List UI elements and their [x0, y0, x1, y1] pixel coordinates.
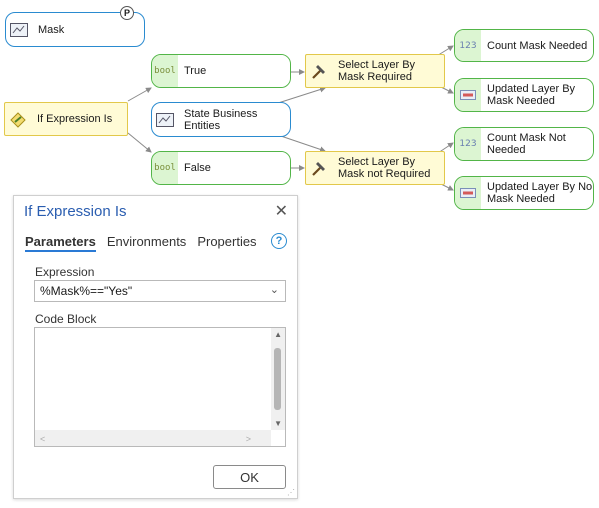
node-label: Updated Layer By No Mask Needed: [481, 177, 593, 209]
number-type-icon: 123: [455, 30, 481, 61]
node-label: True: [178, 55, 290, 87]
horizontal-scrollbar[interactable]: < >: [35, 430, 271, 446]
ok-button[interactable]: OK: [213, 465, 286, 489]
dialog-tabs: Parameters Environments Properties: [25, 234, 257, 252]
node-count-mask-not-needed[interactable]: 123 Count Mask Not Needed: [454, 127, 594, 161]
layer-output-icon: [455, 79, 481, 111]
tab-environments[interactable]: Environments: [107, 234, 186, 252]
scroll-left-icon[interactable]: <: [40, 434, 45, 444]
expression-value: %Mask%=="Yes": [40, 284, 133, 298]
node-label: Count Mask Not Needed: [481, 128, 593, 160]
node-true[interactable]: bool True: [151, 54, 291, 88]
node-label: Select Layer By Mask Required: [338, 59, 416, 83]
hammer-icon: [306, 152, 332, 184]
node-updated-layer-by-mask[interactable]: Updated Layer By Mask Needed: [454, 78, 594, 112]
node-state-business-entities[interactable]: State Business Entities: [151, 102, 291, 137]
node-count-mask-needed[interactable]: 123 Count Mask Needed: [454, 29, 594, 62]
hammer-icon: [306, 55, 332, 87]
node-updated-layer-no-mask[interactable]: Updated Layer By No Mask Needed: [454, 176, 594, 210]
feature-layer-icon: [152, 103, 178, 136]
scroll-down-icon[interactable]: ▼: [274, 419, 282, 428]
expression-dropdown[interactable]: %Mask%=="Yes" ⌄: [34, 280, 286, 302]
boolean-type-icon: bool: [152, 55, 178, 87]
close-icon[interactable]: ✕: [275, 201, 288, 221]
tab-properties[interactable]: Properties: [197, 234, 256, 252]
if-expression-dialog: If Expression Is ✕ Parameters Environmen…: [13, 195, 298, 499]
vertical-scrollbar[interactable]: ▲ ▼: [271, 328, 285, 430]
code-block-textarea[interactable]: ▲ ▼ < >: [34, 327, 286, 447]
node-label: If Expression Is: [37, 113, 113, 125]
node-label: Count Mask Needed: [481, 30, 593, 61]
boolean-type-icon: bool: [152, 152, 178, 184]
layer-output-icon: [455, 177, 481, 209]
dialog-title: If Expression Is: [24, 203, 127, 220]
node-select-required[interactable]: Select Layer By Mask Required: [305, 54, 445, 88]
node-label: State Business Entities: [184, 107, 258, 132]
tab-parameters[interactable]: Parameters: [25, 234, 96, 252]
node-label: Select Layer By Mask not Required: [338, 156, 431, 180]
node-label: False: [178, 152, 290, 184]
resize-grip-icon[interactable]: ⋰: [287, 489, 295, 497]
logic-tool-icon: [5, 103, 31, 135]
node-false[interactable]: bool False: [151, 151, 291, 185]
node-if-expression[interactable]: If Expression Is: [4, 102, 128, 136]
node-select-not-required[interactable]: Select Layer By Mask not Required: [305, 151, 445, 185]
feature-layer-icon: [6, 13, 32, 46]
expression-label: Expression: [35, 265, 95, 279]
scrollbar-thumb[interactable]: [274, 348, 281, 410]
help-icon[interactable]: ?: [271, 233, 287, 249]
parameter-badge: P: [120, 6, 134, 20]
number-type-icon: 123: [455, 128, 481, 160]
chevron-down-icon[interactable]: ⌄: [270, 283, 279, 296]
node-label: Mask: [38, 23, 65, 36]
node-label: Updated Layer By Mask Needed: [481, 79, 593, 111]
scroll-right-icon[interactable]: >: [246, 434, 251, 444]
code-block-label: Code Block: [35, 312, 97, 326]
scroll-up-icon[interactable]: ▲: [274, 330, 282, 339]
